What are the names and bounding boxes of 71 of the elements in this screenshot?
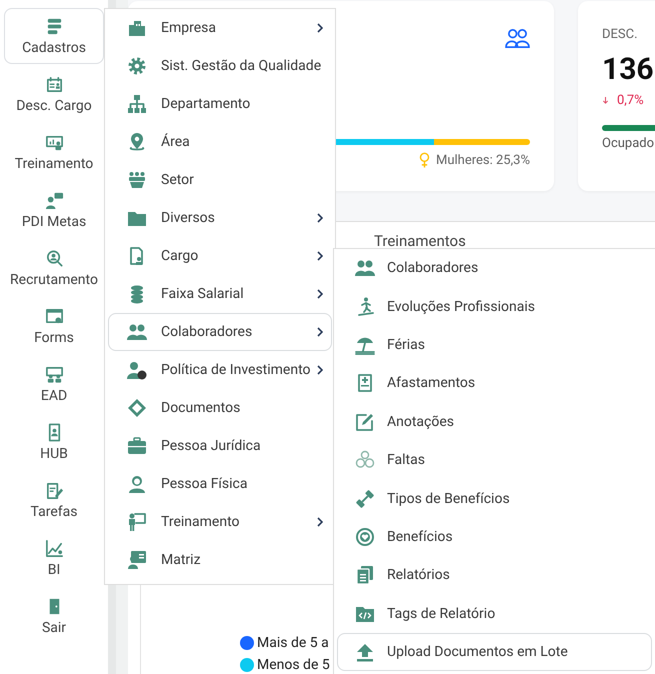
menu-item[interactable]: Colaboradores: [337, 249, 655, 288]
menu-item[interactable]: Férias: [337, 326, 655, 364]
legend-label: Menos de 5: [257, 657, 330, 673]
documents-icon: [355, 565, 375, 586]
tab[interactable]: Treinamentos: [374, 233, 466, 249]
menu-item[interactable]: Matriz: [108, 541, 332, 579]
sidebar-item[interactable]: BI: [4, 530, 104, 586]
status-label: Ocupado: [602, 136, 655, 151]
menu-item[interactable]: Anotações: [337, 402, 655, 441]
search-person-icon: [44, 248, 64, 268]
menu-item[interactable]: Upload Documentos em Lote: [337, 632, 652, 672]
note-pencil-icon: [44, 480, 64, 500]
legend-label: Mais de 5 a: [257, 635, 329, 651]
menu-item[interactable]: Treinamento: [108, 503, 332, 541]
sidebar-item[interactable]: Tarefas: [4, 472, 104, 528]
upload-icon: [355, 642, 375, 662]
menu-item[interactable]: Tipos de Benefícios: [337, 479, 655, 518]
menu-item[interactable]: Faixa Salarial: [108, 275, 332, 313]
change-percent: 0,7%: [617, 93, 644, 108]
menu-item[interactable]: Área: [108, 123, 332, 161]
menu-item[interactable]: Afastamentos: [337, 364, 655, 403]
classroom-icon: [44, 364, 64, 384]
sidebar-item[interactable]: Sair: [4, 588, 104, 644]
browser-window-icon: [44, 306, 64, 326]
sidebar-item[interactable]: Forms: [4, 298, 104, 354]
menu-item[interactable]: Faltas: [337, 440, 655, 480]
menu-item[interactable]: Setor: [108, 161, 332, 199]
menu-item[interactable]: Relatórios: [337, 556, 655, 595]
org-chart-icon: [127, 94, 147, 114]
location-pin-icon: [127, 132, 147, 152]
menu-item[interactable]: Cargo: [108, 237, 332, 275]
heart-circle-icon: [355, 526, 375, 547]
menu-item[interactable]: Tags de Relatório: [337, 594, 655, 633]
menu-item[interactable]: Documentos: [108, 389, 332, 427]
menu-item[interactable]: Benefícios: [337, 518, 655, 556]
menu-item[interactable]: Pessoa Física: [108, 465, 332, 503]
circles-icon: [355, 450, 375, 470]
women-share: Mulheres: 25,3%: [436, 152, 530, 168]
person-chat-icon: [44, 190, 64, 210]
gear-icon: [127, 56, 147, 76]
menu-item[interactable]: Pessoa Jurídica: [108, 427, 332, 465]
sidebar-item[interactable]: Desc. Cargo: [4, 66, 104, 122]
sidebar-item[interactable]: Recrutamento: [4, 240, 104, 296]
card-title: DESC.: [602, 27, 639, 42]
sidebar-item[interactable]: PDI Metas: [4, 182, 104, 238]
edit-icon: [355, 412, 375, 432]
running-person-icon: [355, 296, 375, 317]
dumbbell-icon: [355, 488, 375, 509]
menu-item[interactable]: Política de Investimento: [108, 351, 332, 389]
menu-item[interactable]: Departamento: [108, 85, 332, 123]
female-icon: [419, 152, 430, 168]
building-icon: [127, 18, 147, 38]
id-card-icon: [44, 74, 64, 94]
teacher-icon: [127, 512, 147, 532]
menu-item[interactable]: Colaboradores: [108, 313, 332, 351]
menu-item[interactable]: Empresa: [108, 9, 332, 47]
line-chart-icon: [44, 538, 64, 558]
menu-item[interactable]: Evoluções Profissionais: [337, 287, 655, 326]
person-coin-icon: [127, 360, 147, 380]
menu-item[interactable]: Sist. Gestão da Qualidade: [108, 47, 332, 85]
matrix-icon: [127, 550, 147, 570]
card-value: 136: [602, 52, 655, 87]
medical-document-icon: [355, 373, 375, 394]
diamond-icon: [127, 398, 147, 418]
briefcase-icon: [127, 436, 147, 456]
sidebar-item[interactable]: HUB: [4, 414, 104, 470]
person-icon: [127, 474, 147, 494]
sidebar-item[interactable]: Treinamento: [4, 124, 104, 180]
down-arrow-icon: [602, 96, 609, 105]
menu-item[interactable]: Diversos: [108, 199, 332, 237]
sidebar-item[interactable]: EAD: [4, 356, 104, 412]
